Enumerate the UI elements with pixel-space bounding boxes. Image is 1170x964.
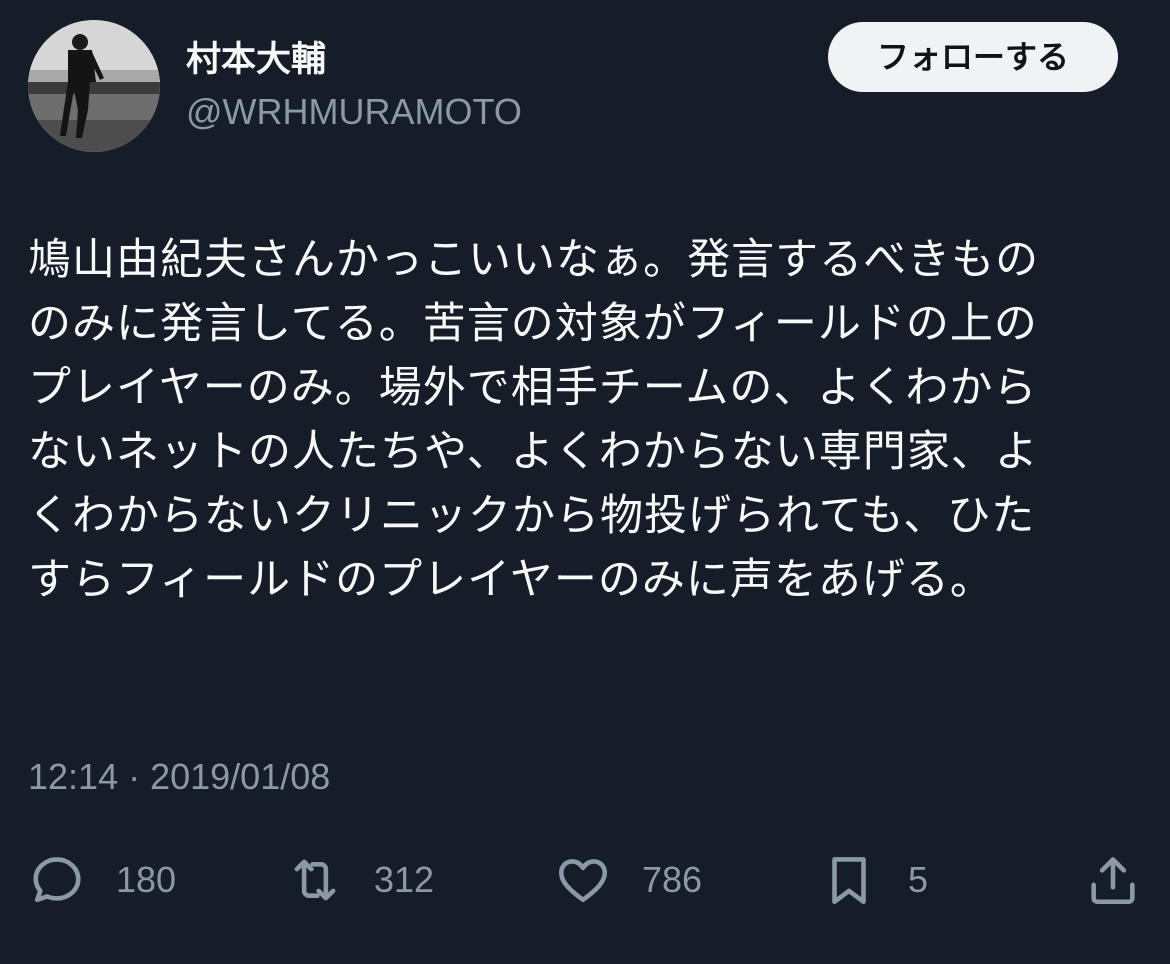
tweet-text-line: のみに発言してる。苦言の対象がフィールドの上の bbox=[28, 299, 1038, 349]
user-handle[interactable]: @WRHMURAMOTO bbox=[186, 90, 522, 134]
follow-button[interactable]: フォローする bbox=[828, 22, 1118, 92]
tweet-text-line: 鳩山由紀夫さんかっこいいなぁ。発言するべきもの bbox=[28, 235, 1040, 285]
tweet-timestamp[interactable]: 12:14 · 2019/01/08 bbox=[28, 752, 330, 802]
bookmark-icon bbox=[832, 857, 866, 905]
display-name[interactable]: 村本大輔 bbox=[186, 38, 326, 82]
share-button[interactable] bbox=[1084, 850, 1142, 910]
tweet-text-line: くわからないクリニックから物投げられても、ひた bbox=[28, 491, 1036, 541]
tweet-text-line: ないネットの人たちや、よくわからない専門家、よ bbox=[28, 427, 1039, 477]
bookmark-count: 5 bbox=[908, 859, 929, 900]
like-button[interactable]: 786 bbox=[554, 850, 702, 910]
avatar[interactable] bbox=[28, 20, 160, 152]
retweet-button[interactable]: 312 bbox=[286, 850, 434, 910]
reply-button[interactable]: 180 bbox=[28, 850, 176, 910]
reply-icon bbox=[33, 857, 81, 903]
share-icon bbox=[1091, 857, 1135, 905]
avatar-photo bbox=[28, 20, 160, 152]
reply-count: 180 bbox=[116, 859, 177, 900]
retweet-icon bbox=[294, 859, 336, 901]
heart-icon bbox=[558, 859, 608, 903]
bookmark-button[interactable]: 5 bbox=[820, 850, 928, 910]
tweet-text-line: すらフィールドのプレイヤーのみに声をあげる。 bbox=[28, 555, 994, 605]
tweet-text: 鳩山由紀夫さんかっこいいなぁ。発言するべきもの のみに発言してる。苦言の対象がフ… bbox=[28, 228, 1128, 612]
tweet-card: 村本大輔 @WRHMURAMOTO フォローする 鳩山由紀夫さんかっこいいなぁ。… bbox=[0, 0, 1170, 964]
like-count: 786 bbox=[642, 859, 703, 900]
retweet-count: 312 bbox=[374, 859, 435, 900]
tweet-text-line: プレイヤーのみ。場外で相手チームの、よくわから bbox=[28, 363, 1038, 413]
